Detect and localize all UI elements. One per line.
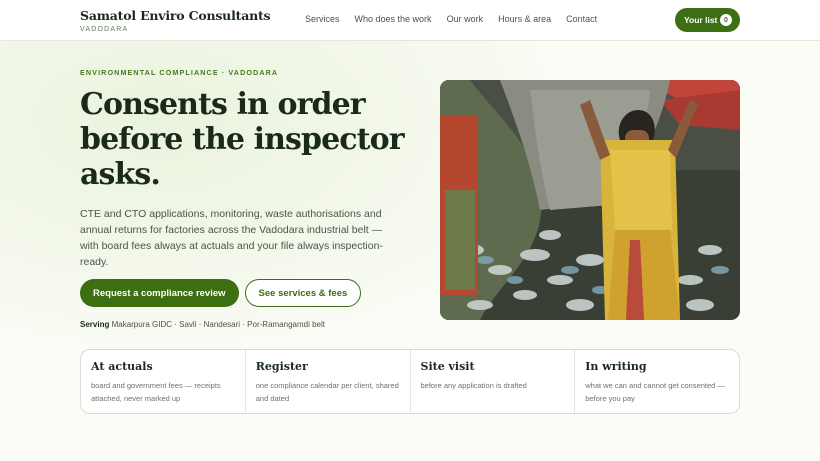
feature-title: In writing bbox=[585, 360, 647, 373]
hero-title-line3: asks. bbox=[80, 157, 161, 192]
feature-at-actuals: At actuals board and government fees — r… bbox=[81, 350, 246, 413]
request-review-button[interactable]: Request a compliance review bbox=[80, 279, 239, 307]
feature-text: what we can and cannot get consented — b… bbox=[585, 381, 725, 403]
site-header: Samatol Enviro Consultants VADODARA Serv… bbox=[0, 0, 820, 41]
serving-areas: Serving Makarpura GIDC · Savli · Nandesa… bbox=[80, 320, 325, 329]
hero-cta-row: Request a compliance review See services… bbox=[80, 279, 362, 307]
feature-title: Site visit bbox=[420, 360, 475, 373]
feature-register: Register one compliance calendar per cli… bbox=[246, 350, 411, 413]
feature-site-visit: Site visit before any application is dra… bbox=[411, 350, 576, 413]
serving-area-list: Makarpura GIDC · Savli · Nandesari · Por… bbox=[111, 320, 325, 329]
serving-label: Serving bbox=[80, 320, 110, 329]
nav-who-does-the-work[interactable]: Who does the work bbox=[355, 14, 432, 24]
brand[interactable]: Samatol Enviro Consultants VADODARA bbox=[80, 8, 271, 33]
hero: ENVIRONMENTAL COMPLIANCE · VADODARA Cons… bbox=[80, 68, 410, 270]
feature-in-writing: In writing what we can and cannot get co… bbox=[575, 350, 739, 413]
feature-text: board and government fees — receipts att… bbox=[91, 381, 221, 403]
feature-title: At actuals bbox=[91, 360, 153, 373]
feature-text: before any application is drafted bbox=[420, 381, 527, 390]
hero-photo bbox=[440, 80, 740, 320]
nav-our-work[interactable]: Our work bbox=[447, 14, 484, 24]
feature-title: Register bbox=[255, 360, 308, 373]
brand-name: Samatol Enviro Consultants bbox=[80, 8, 271, 23]
feature-strip: At actuals board and government fees — r… bbox=[80, 349, 740, 414]
nav-services[interactable]: Services bbox=[305, 14, 340, 24]
hero-title-line2: before the inspector bbox=[80, 122, 405, 157]
hero-title-line1: Consents in order bbox=[80, 87, 366, 122]
hero-title: Consents in order before the inspector a… bbox=[80, 87, 410, 192]
brand-location: VADODARA bbox=[80, 26, 129, 33]
hero-lede: CTE and CTO applications, monitoring, wa… bbox=[80, 208, 383, 268]
feature-text: one compliance calendar per client, shar… bbox=[255, 381, 399, 403]
hero-eyebrow: ENVIRONMENTAL COMPLIANCE · VADODARA bbox=[80, 68, 279, 77]
your-list-button[interactable]: Your list 0 bbox=[675, 8, 740, 32]
nav-contact[interactable]: Contact bbox=[566, 14, 597, 24]
main-nav: Services Who does the work Our work Hour… bbox=[305, 14, 612, 24]
nav-hours-area[interactable]: Hours & area bbox=[498, 14, 551, 24]
your-list-label: Your list bbox=[684, 15, 718, 25]
see-services-button[interactable]: See services & fees bbox=[244, 279, 362, 307]
list-count-badge: 0 bbox=[720, 14, 732, 26]
